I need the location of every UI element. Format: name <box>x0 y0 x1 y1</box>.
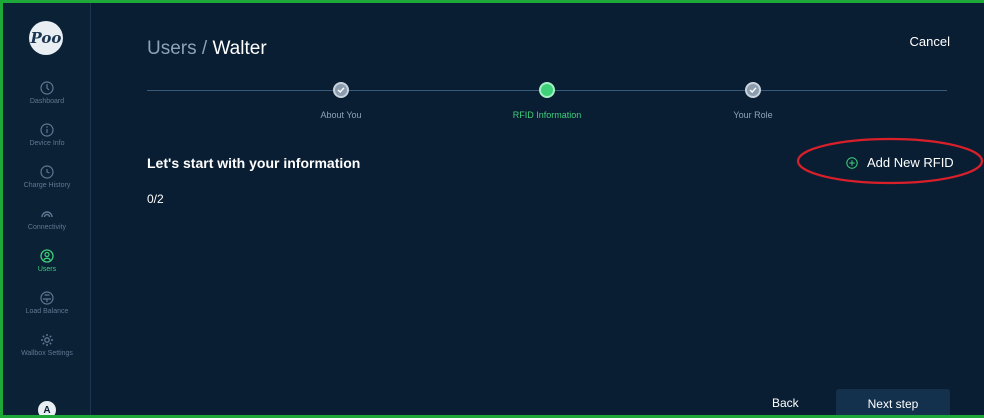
sidebar-item-label: Connectivity <box>27 224 67 231</box>
dashboard-icon <box>40 81 54 95</box>
step-rfid-information-label: RFID Information <box>512 110 582 120</box>
step-about-you-label: About You <box>320 110 362 120</box>
step-your-role-label: Your Role <box>733 110 773 120</box>
add-new-rfid-label: Add New RFID <box>867 155 954 170</box>
logo-text: Poo <box>30 29 62 47</box>
sidebar-item-label: Charge History <box>23 182 71 189</box>
breadcrumb-parent[interactable]: Users / <box>147 38 212 59</box>
clock-icon <box>40 165 54 179</box>
avatar[interactable]: A <box>38 401 56 418</box>
sidebar: Poo Dashboard Device Info Charge History… <box>3 3 91 418</box>
sidebar-item-dashboard[interactable]: Dashboard <box>3 81 91 105</box>
sidebar-item-label: Dashboard <box>29 98 65 105</box>
next-step-button[interactable]: Next step <box>836 389 950 418</box>
app-logo[interactable]: Poo <box>29 21 63 55</box>
sidebar-item-label: Wallbox Settings <box>21 350 73 357</box>
step-rfid-information-dot[interactable] <box>539 82 555 98</box>
window-frame <box>0 0 984 418</box>
add-new-rfid-button[interactable]: Add New RFID <box>846 155 954 170</box>
breadcrumb-current: Walter <box>212 38 267 59</box>
gear-icon <box>41 334 53 346</box>
sidebar-item-label: Users <box>37 266 57 273</box>
sidebar-item-connectivity[interactable]: Connectivity <box>3 207 91 231</box>
load-balance-icon <box>40 291 54 305</box>
check-icon <box>749 87 757 93</box>
sidebar-item-charge-history[interactable]: Charge History <box>3 165 91 189</box>
cancel-button[interactable]: Cancel <box>910 34 950 49</box>
breadcrumb: Users / Walter <box>147 38 267 60</box>
rfid-count: 0/2 <box>147 192 164 206</box>
avatar-initial: A <box>43 404 51 416</box>
next-step-label: Next step <box>867 396 919 411</box>
sidebar-item-users[interactable]: Users <box>3 249 91 273</box>
info-icon <box>40 123 54 137</box>
step-about-you-dot[interactable] <box>333 82 349 98</box>
section-title: Let's start with your information <box>147 155 361 171</box>
step-your-role-dot[interactable] <box>745 82 761 98</box>
sidebar-item-device-info[interactable]: Device Info <box>3 123 91 147</box>
sidebar-item-load-balance[interactable]: Load Balance <box>3 291 91 315</box>
connectivity-icon <box>41 211 53 218</box>
sidebar-item-wallbox-settings[interactable]: Wallbox Settings <box>3 333 91 357</box>
sidebar-item-label: Device Info <box>29 140 65 147</box>
sidebar-item-label: Load Balance <box>25 308 69 315</box>
plus-circle-icon <box>846 156 858 169</box>
check-icon <box>337 87 345 93</box>
user-icon <box>40 249 54 263</box>
back-button[interactable]: Back <box>772 396 799 410</box>
